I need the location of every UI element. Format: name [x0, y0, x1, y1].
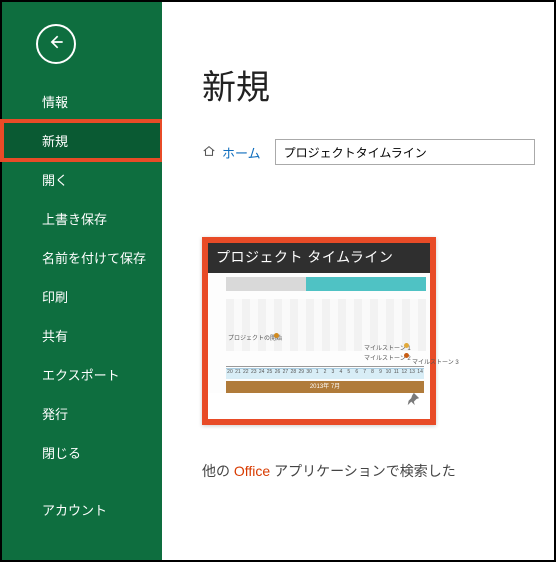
home-label: ホーム: [222, 143, 261, 162]
template-title: プロジェクト タイムライン: [208, 243, 430, 273]
gantt-axis: [226, 366, 424, 367]
footer-prefix: 他の: [202, 463, 234, 479]
footer-suffix: アプリケーションで検索した: [270, 463, 456, 479]
main-panel: 新規 ホーム プロジェクト タイムライン: [162, 2, 554, 560]
milestone-label: マイルストーン 3: [412, 357, 459, 366]
sidebar-item-close[interactable]: 閉じる: [2, 433, 162, 472]
sidebar-item-save[interactable]: 上書き保存: [2, 199, 162, 238]
sidebar-item-export[interactable]: エクスポート: [2, 355, 162, 394]
template-tile-project-timeline[interactable]: プロジェクト タイムライン プロジェクトの開始 マイルストーン 1 マ: [202, 237, 436, 425]
home-icon: [202, 144, 216, 161]
back-button[interactable]: [36, 24, 76, 64]
gantt-month-label: 2013年 7月: [226, 381, 424, 393]
pin-icon[interactable]: [406, 392, 420, 411]
page-title: 新規: [202, 60, 554, 109]
sidebar-item-info[interactable]: 情報: [2, 82, 162, 121]
home-link[interactable]: ホーム: [202, 143, 261, 162]
template-preview: プロジェクト タイムライン プロジェクトの開始 マイルストーン 1 マ: [208, 243, 430, 393]
sidebar-item-open[interactable]: 開く: [2, 160, 162, 199]
gantt-bar: [226, 277, 306, 291]
milestone-dot-icon: [404, 343, 409, 348]
backstage-view: 情報 新規 開く 上書き保存 名前を付けて保存 印刷 共有 エクスポート 発行 …: [2, 2, 554, 560]
footer-brand: Office: [234, 463, 270, 479]
sidebar-item-share[interactable]: 共有: [2, 316, 162, 355]
sidebar-item-account[interactable]: アカウント: [2, 490, 162, 529]
gantt-bar: [306, 277, 426, 291]
sidebar-item-new[interactable]: 新規: [2, 121, 162, 160]
arrow-left-icon: [46, 32, 66, 57]
other-office-search-link[interactable]: 他の Office アプリケーションで検索した: [202, 461, 554, 481]
sidebar-nav: 情報 新規 開く 上書き保存 名前を付けて保存 印刷 共有 エクスポート 発行 …: [2, 82, 162, 529]
sidebar-item-saveas[interactable]: 名前を付けて保存: [2, 238, 162, 277]
sidebar-item-print[interactable]: 印刷: [2, 277, 162, 316]
template-search-input[interactable]: [275, 139, 535, 165]
backstage-sidebar: 情報 新規 開く 上書き保存 名前を付けて保存 印刷 共有 エクスポート 発行 …: [2, 2, 162, 560]
gantt-ticks: 20 21 22 23 24 25 26 27 28 29 30 1: [226, 368, 424, 379]
search-row: ホーム: [202, 139, 554, 165]
template-results: プロジェクト タイムライン プロジェクトの開始 マイルストーン 1 マ: [202, 237, 554, 425]
milestone-dot-icon: [274, 333, 279, 338]
gantt-preview: プロジェクトの開始 マイルストーン 1 マイルストーン 2 マイルストーン 3 …: [208, 273, 430, 393]
sidebar-item-publish[interactable]: 発行: [2, 394, 162, 433]
milestone-dot-icon: [404, 353, 409, 358]
